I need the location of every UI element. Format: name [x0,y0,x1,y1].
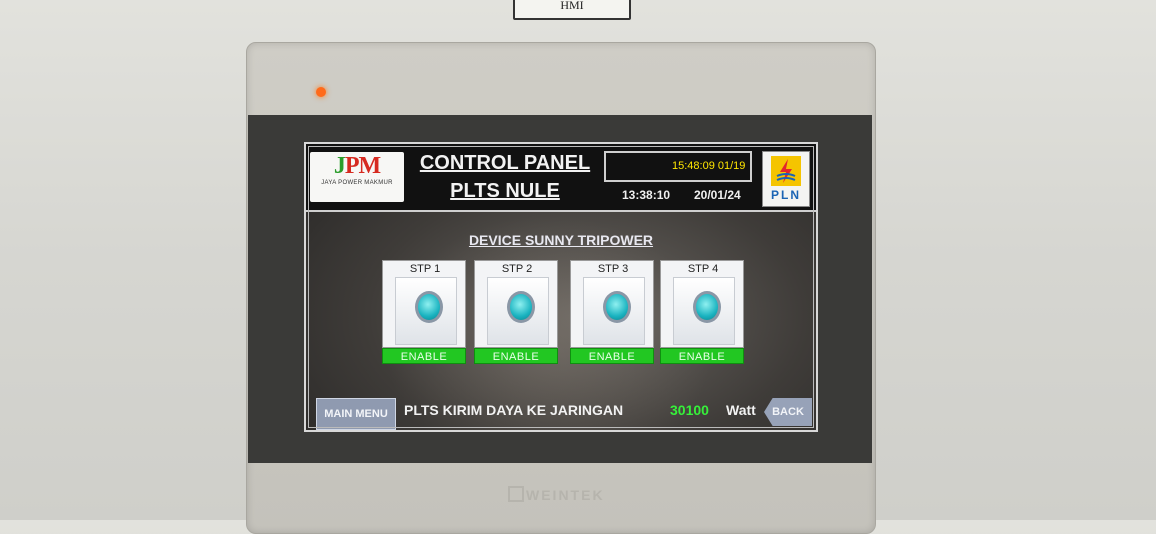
jpm-logo-text: JAYA POWER MAKMUR [321,180,393,186]
inverter-icon [673,277,735,345]
main-menu-button[interactable]: MAIN MENU [316,398,396,430]
jpm-logo: JPM JAYA POWER MAKMUR [310,152,404,202]
device-stp-1[interactable]: STP 1 ENABLE [382,260,466,364]
inverter-icon [395,277,457,345]
device-frame: STP 1 [382,260,466,348]
power-unit: Watt [726,402,756,418]
back-button[interactable]: BACK [764,398,812,426]
jpm-mark-j: J [333,153,346,179]
lightning-bolt-icon [771,156,801,186]
brand-name: WEINTEK [526,487,605,503]
current-date: 20/01/24 [694,188,741,202]
wall-label-tag: HMI [513,0,631,20]
device-stp-4[interactable]: STP 4 ENABLE [660,260,744,364]
page-title-line1: CONTROL PANEL [419,152,591,174]
inverter-dial-icon [507,291,535,323]
power-value: 30100 [670,402,709,418]
status-label: PLTS KIRIM DAYA KE JARINGAN [404,402,624,418]
device-name: STP 3 [597,263,629,275]
device-name: STP 1 [409,263,441,275]
pln-logo: PLN [762,151,810,207]
clock-display-box: 15:48:09 01/19 [604,151,752,182]
jpm-mark-p: P [344,153,360,179]
inverter-dial-icon [603,291,631,323]
inverter-dial-icon [693,291,721,323]
enable-button[interactable]: ENABLE [570,348,654,364]
enable-button[interactable]: ENABLE [474,348,558,364]
device-name: STP 4 [687,263,719,275]
device-stp-2[interactable]: STP 2 ENABLE [474,260,558,364]
device-frame: STP 3 [570,260,654,348]
brand-logo: WEINTEK [508,486,605,503]
jpm-mark-m: M [358,153,382,179]
hmi-screen: JPM JAYA POWER MAKMUR CONTROL PANEL PLTS… [304,142,818,432]
page-title-line2: PLTS NULE [450,180,560,202]
section-title: DEVICE SUNNY TRIPOWER [468,232,654,248]
pln-logo-text: PLN [771,188,801,202]
inverter-icon [487,277,549,345]
device-frame: STP 2 [474,260,558,348]
inverter-icon [583,277,645,345]
current-time: 13:38:10 [622,188,671,202]
brand-logo-icon [508,486,524,502]
inverter-dial-icon [415,291,443,323]
device-stp-3[interactable]: STP 3 ENABLE [570,260,654,364]
device-frame: STP 4 [660,260,744,348]
device-name: STP 2 [501,263,533,275]
power-led-indicator [316,87,326,97]
enable-button[interactable]: ENABLE [660,348,744,364]
enable-button[interactable]: ENABLE [382,348,466,364]
header-bar: JPM JAYA POWER MAKMUR CONTROL PANEL PLTS… [306,144,816,212]
jpm-logo-mark: JPM [310,152,404,180]
